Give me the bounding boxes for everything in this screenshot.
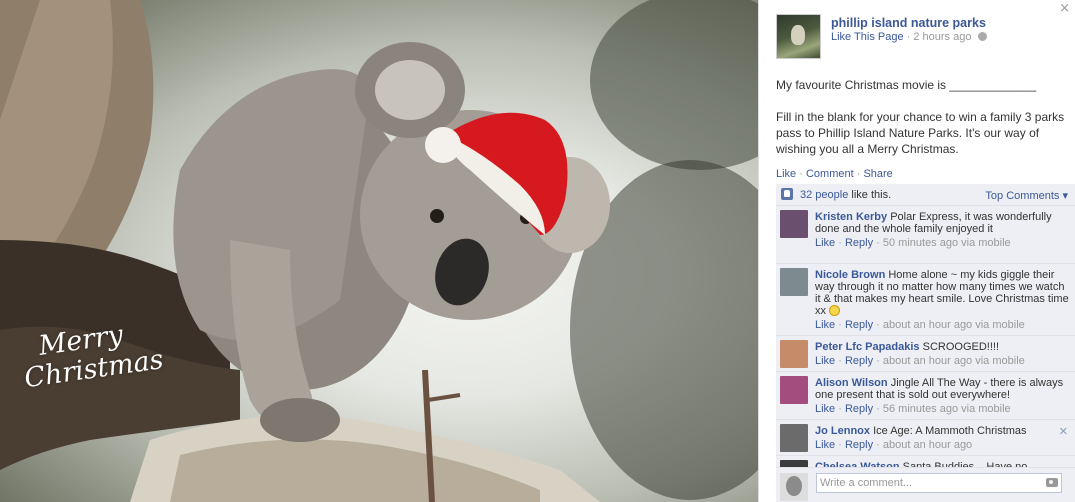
share-action[interactable]: Share	[863, 168, 892, 180]
comment-like-link[interactable]: Like	[815, 403, 835, 415]
comment-text: Ice Age: A Mammoth Christmas	[873, 425, 1027, 437]
comment-reply-link[interactable]: Reply	[845, 439, 873, 451]
comment-item: Nicole Brown Home alone ~ my kids giggle…	[776, 264, 1075, 336]
comment-reply-link[interactable]: Reply	[845, 403, 873, 415]
top-comments-label: Top Comments	[985, 190, 1060, 202]
likes-suffix: like this.	[851, 189, 892, 201]
page-name-link[interactable]: phillip island nature parks	[831, 16, 986, 30]
smiley-icon	[829, 305, 841, 316]
comment-item: Alison Wilson Jingle All The Way - there…	[776, 372, 1075, 420]
likes-text: 32 people like this.	[800, 189, 891, 201]
post-line-1: My favourite Christmas movie is ________…	[776, 78, 1037, 92]
koala-illustration	[0, 0, 758, 502]
top-comments-dropdown[interactable]: Top Comments ▾	[985, 189, 1068, 202]
comment-like-link[interactable]: Like	[815, 355, 835, 367]
comment-like-link[interactable]: Like	[815, 319, 835, 331]
comment-meta: about an hour ago	[882, 439, 973, 451]
comment-action[interactable]: Comment	[806, 168, 854, 180]
post-timestamp[interactable]: 2 hours ago	[913, 31, 971, 43]
comment-item: Jo Lennox Ice Age: A Mammoth Christmas L…	[776, 420, 1075, 456]
post-line-2: Fill in the blank for your chance to win…	[776, 110, 1065, 156]
likes-summary: 32 people like this. Top Comments ▾	[776, 184, 1075, 206]
comment-author[interactable]: Alison Wilson	[815, 377, 888, 389]
comment-author[interactable]: Kristen Kerby	[815, 211, 887, 223]
globe-icon	[977, 32, 987, 41]
comment-meta: 56 minutes ago via mobile	[882, 403, 1011, 415]
comments-section: 32 people like this. Top Comments ▾ Kris…	[776, 184, 1075, 502]
comment-like-link[interactable]: Like	[815, 237, 835, 249]
thumbs-up-icon	[781, 188, 793, 200]
post-photo[interactable]: Merry Christmas	[0, 0, 758, 502]
comment-avatar[interactable]	[780, 376, 808, 404]
comment-author[interactable]: Peter Lfc Papadakis	[815, 341, 920, 353]
comment-meta: about an hour ago via mobile	[882, 319, 1025, 331]
post-side-panel: × phillip island nature parks Like This …	[758, 0, 1075, 502]
viewer-avatar	[780, 473, 808, 501]
post-meta: Like This Page · 2 hours ago	[831, 31, 987, 43]
comment-like-link[interactable]: Like	[815, 439, 835, 451]
likes-count-link[interactable]: 32 people	[800, 189, 848, 201]
remove-comment-icon[interactable]: ✕	[1059, 426, 1068, 438]
page-avatar[interactable]	[776, 14, 821, 59]
comment-avatar[interactable]	[780, 210, 808, 238]
comment-avatar[interactable]	[780, 340, 808, 368]
comment-meta: about an hour ago via mobile	[882, 355, 1025, 367]
comment-input[interactable]	[816, 473, 1062, 493]
post-body: My favourite Christmas movie is ________…	[776, 77, 1066, 173]
comment-reply-link[interactable]: Reply	[845, 237, 873, 249]
comment-meta: 50 minutes ago via mobile	[882, 237, 1011, 249]
comment-item: Peter Lfc Papadakis SCROOGED!!!! Like · …	[776, 336, 1075, 372]
comment-text: SCROOGED!!!!	[922, 341, 1000, 353]
camera-icon[interactable]	[1046, 478, 1058, 487]
like-page-link[interactable]: Like This Page	[831, 31, 904, 43]
page-header: phillip island nature parks Like This Pa…	[776, 14, 1065, 60]
chevron-down-icon: ▾	[1062, 190, 1068, 202]
comment-composer	[776, 467, 1075, 502]
like-action[interactable]: Like	[776, 168, 796, 180]
comment-item: Kristen Kerby Polar Express, it was wond…	[776, 206, 1075, 264]
comment-reply-link[interactable]: Reply	[845, 319, 873, 331]
comment-author[interactable]: Jo Lennox	[815, 425, 870, 437]
comment-author[interactable]: Nicole Brown	[815, 269, 885, 281]
comment-avatar[interactable]	[780, 268, 808, 296]
post-actions: Like · Comment · Share	[776, 168, 893, 180]
comment-avatar[interactable]	[780, 424, 808, 452]
comment-reply-link[interactable]: Reply	[845, 355, 873, 367]
